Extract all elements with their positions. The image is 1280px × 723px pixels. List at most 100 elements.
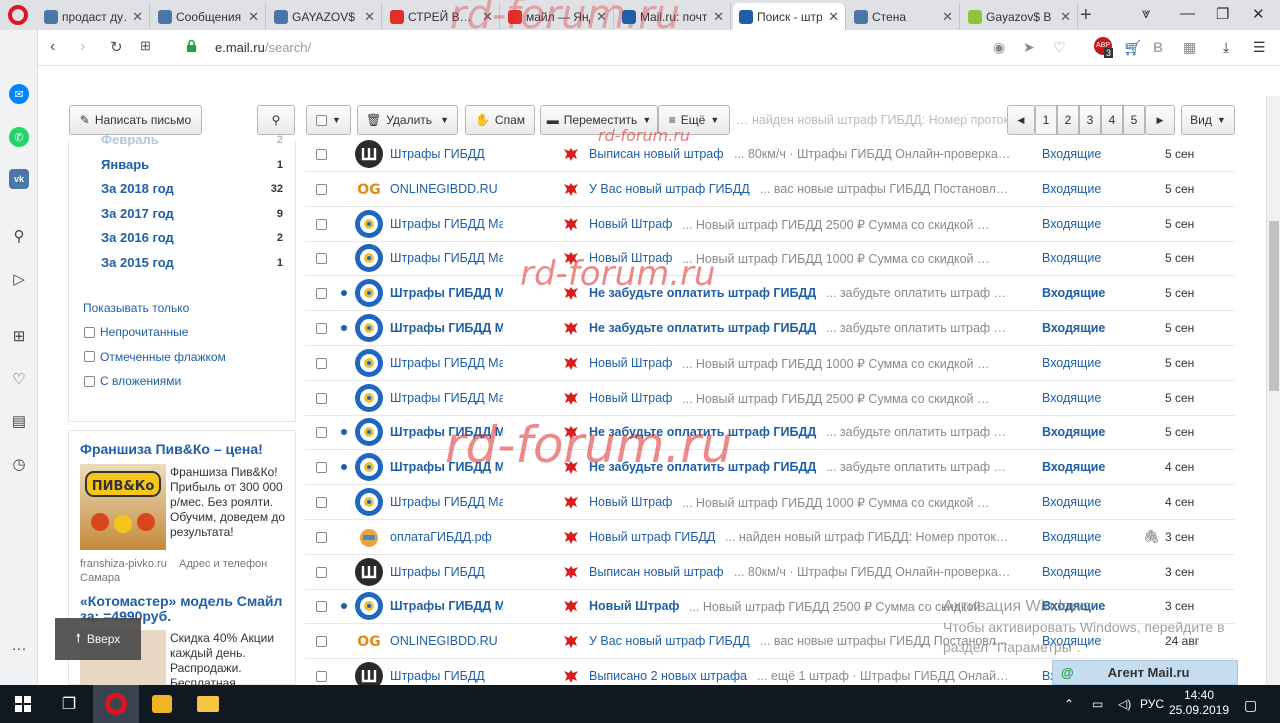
tab-close-icon[interactable]: ✕ — [364, 9, 375, 25]
tab-close-icon[interactable]: ✕ — [1060, 9, 1071, 25]
folder-item[interactable]: За 2016 год 2 — [101, 230, 283, 245]
unread-dot-icon[interactable] — [341, 290, 347, 297]
search-button[interactable]: ⚲ — [257, 105, 295, 135]
view-button[interactable]: Вид ▼ — [1181, 105, 1235, 135]
heart-sidebar-icon[interactable]: ♡ — [9, 369, 29, 389]
email-row[interactable]: Штрафы ГИБДД Ма Новый Штраф... Новый штра… — [305, 485, 1235, 520]
news-icon[interactable]: ▤ — [9, 411, 29, 431]
folder-item[interactable]: За 2018 год 32 — [101, 181, 283, 196]
row-checkbox[interactable] — [316, 636, 327, 648]
row-checkbox[interactable] — [316, 183, 327, 195]
page-number-button[interactable]: 4 — [1101, 105, 1123, 135]
row-checkbox[interactable] — [316, 288, 327, 300]
more-icon[interactable]: ··· — [9, 638, 29, 658]
browser-tab[interactable]: Сообщения ✕ — [152, 3, 266, 30]
email-row[interactable]: Штрафы ГИБДД М Не забудьте оплатить штраф… — [305, 276, 1235, 312]
row-checkbox[interactable] — [316, 218, 327, 230]
tab-close-icon[interactable]: ✕ — [713, 9, 724, 25]
url-field[interactable]: e.mail.ru/search/ — [215, 40, 311, 55]
search-icon[interactable]: ⚲ — [9, 226, 29, 246]
row-checkbox[interactable] — [316, 566, 327, 578]
select-all-checkbox[interactable]: ▼ — [306, 105, 351, 135]
ad-address[interactable]: Адрес и телефон — [179, 558, 267, 570]
checkbox-icon[interactable] — [84, 375, 95, 387]
email-row[interactable]: Штрафы ГИБДД Ма Новый Штраф... Новый штра… — [305, 346, 1235, 381]
cart-icon[interactable]: 🛒︎ — [1123, 39, 1142, 57]
row-checkbox[interactable] — [316, 253, 327, 265]
network-icon[interactable]: ▭ — [1092, 697, 1103, 711]
row-checkbox[interactable] — [316, 357, 327, 369]
vk-extension-icon[interactable]: В — [1153, 39, 1163, 55]
email-row[interactable]: Штрафы ГИБДД Ма Новый Штраф... Новый штра… — [305, 241, 1235, 277]
browser-tab[interactable]: Gayazov$ В ✕ — [962, 3, 1078, 30]
filter-checkbox[interactable]: С вложениями — [84, 374, 181, 388]
scroll-up-button[interactable]: 🠕 Вверх — [55, 618, 141, 660]
opera-logo-icon[interactable] — [8, 5, 28, 25]
filter-checkbox[interactable]: Отмеченные флажком — [84, 350, 226, 364]
opera-taskbar-icon[interactable] — [93, 685, 139, 723]
ad-title[interactable]: Франшиза Пив&Ко – цена! — [80, 441, 263, 457]
folder-item[interactable]: За 2015 год 1 — [101, 255, 283, 270]
maximize-button[interactable]: ❐ — [1216, 5, 1229, 23]
heart-icon[interactable]: ♡ — [1053, 39, 1066, 56]
windows-start-icon[interactable] — [0, 685, 46, 723]
browser-tab[interactable]: Поиск - штр ✕ — [733, 3, 846, 30]
new-tab-button[interactable]: + — [1080, 4, 1092, 27]
row-checkbox[interactable] — [316, 671, 327, 682]
history-icon[interactable]: ◷ — [9, 454, 29, 474]
minimize-button[interactable]: — — [1180, 5, 1195, 22]
next-page-button[interactable]: ▶ — [1145, 105, 1175, 135]
filter-checkbox[interactable]: Непрочитанные — [84, 325, 188, 339]
tab-close-icon[interactable]: ✕ — [942, 9, 953, 25]
row-checkbox[interactable] — [316, 531, 327, 543]
browser-tab[interactable]: продаст ду… ✕ — [38, 3, 150, 30]
page-scrollbar[interactable] — [1266, 96, 1280, 685]
send-sidebar-icon[interactable]: ▷ — [9, 269, 29, 289]
whatsapp-icon[interactable]: ✆ — [9, 127, 29, 147]
unread-dot-icon[interactable] — [341, 464, 347, 471]
scrollbar-thumb[interactable] — [1269, 221, 1279, 391]
tab-close-icon[interactable]: ✕ — [132, 9, 143, 25]
email-row[interactable]: Штрафы ГИБДД Ма Новый Штраф... Новый штра… — [305, 381, 1235, 416]
page-number-button[interactable]: 3 — [1079, 105, 1101, 135]
spam-button[interactable]: ✋ Спам — [465, 105, 535, 135]
camera-icon[interactable]: ◉ — [993, 39, 1005, 56]
tray-up-icon[interactable]: ⌃ — [1064, 697, 1074, 711]
checkbox-icon[interactable] — [84, 351, 95, 362]
send-icon[interactable]: ➤ — [1023, 39, 1035, 56]
media-player-icon[interactable] — [139, 685, 185, 723]
file-explorer-icon[interactable] — [185, 685, 231, 723]
browser-tab[interactable]: GAYAZOV$ В ✕ — [268, 3, 382, 30]
email-row[interactable]: OG ONLINEGIBDD.RU У Вас новый штраф ГИБДД.… — [305, 172, 1235, 207]
task-view-icon[interactable]: ❐ — [46, 685, 92, 723]
mail-agent-bar[interactable]: @ Агент Mail.ru — [1052, 660, 1238, 685]
email-row[interactable]: Штрафы ГИБДД Выписан новый штраф ... 80км/… — [305, 137, 1235, 172]
checkbox-icon[interactable] — [84, 326, 95, 338]
row-checkbox[interactable] — [316, 427, 327, 439]
taskbar-clock[interactable]: 14:40 25.09.2019 — [1168, 688, 1230, 718]
browser-tab[interactable]: Стена ✕ — [848, 3, 960, 30]
unread-dot-icon[interactable] — [341, 325, 347, 331]
row-checkbox[interactable] — [316, 323, 327, 334]
page-number-button[interactable]: 2 — [1057, 105, 1079, 135]
row-checkbox[interactable] — [316, 601, 327, 613]
notifications-icon[interactable]: ▢ — [1244, 697, 1257, 714]
page-number-button[interactable]: 5 — [1123, 105, 1145, 135]
speed-dial-icon[interactable]: ⊞ — [140, 38, 151, 54]
row-checkbox[interactable] — [316, 392, 327, 404]
folder-item[interactable]: Февраль 2 — [101, 132, 283, 147]
volume-icon[interactable]: ◁) — [1118, 697, 1131, 711]
tab-close-icon[interactable]: ✕ — [248, 9, 259, 25]
language-indicator[interactable]: РУС — [1140, 697, 1164, 711]
prev-page-button[interactable]: ◀ — [1007, 105, 1035, 135]
email-row[interactable]: Штрафы ГИБДД Выписан новый штраф ... 80км/… — [305, 555, 1235, 590]
page-number-button[interactable]: 1 — [1035, 105, 1057, 135]
back-button[interactable]: ‹ — [50, 38, 55, 56]
download-icon[interactable]: ⤓ — [1223, 39, 1229, 56]
grid-icon[interactable]: ⊞ — [9, 326, 29, 346]
unread-dot-icon[interactable] — [341, 429, 347, 436]
messenger-icon[interactable]: ✉ — [9, 84, 29, 104]
email-row[interactable]: Штрафы ГИБДД Ма Новый Штраф... Новый штра… — [305, 207, 1235, 242]
forward-button[interactable]: › — [80, 38, 85, 56]
ad-domain[interactable]: franshiza-pivko.ru — [80, 558, 167, 570]
